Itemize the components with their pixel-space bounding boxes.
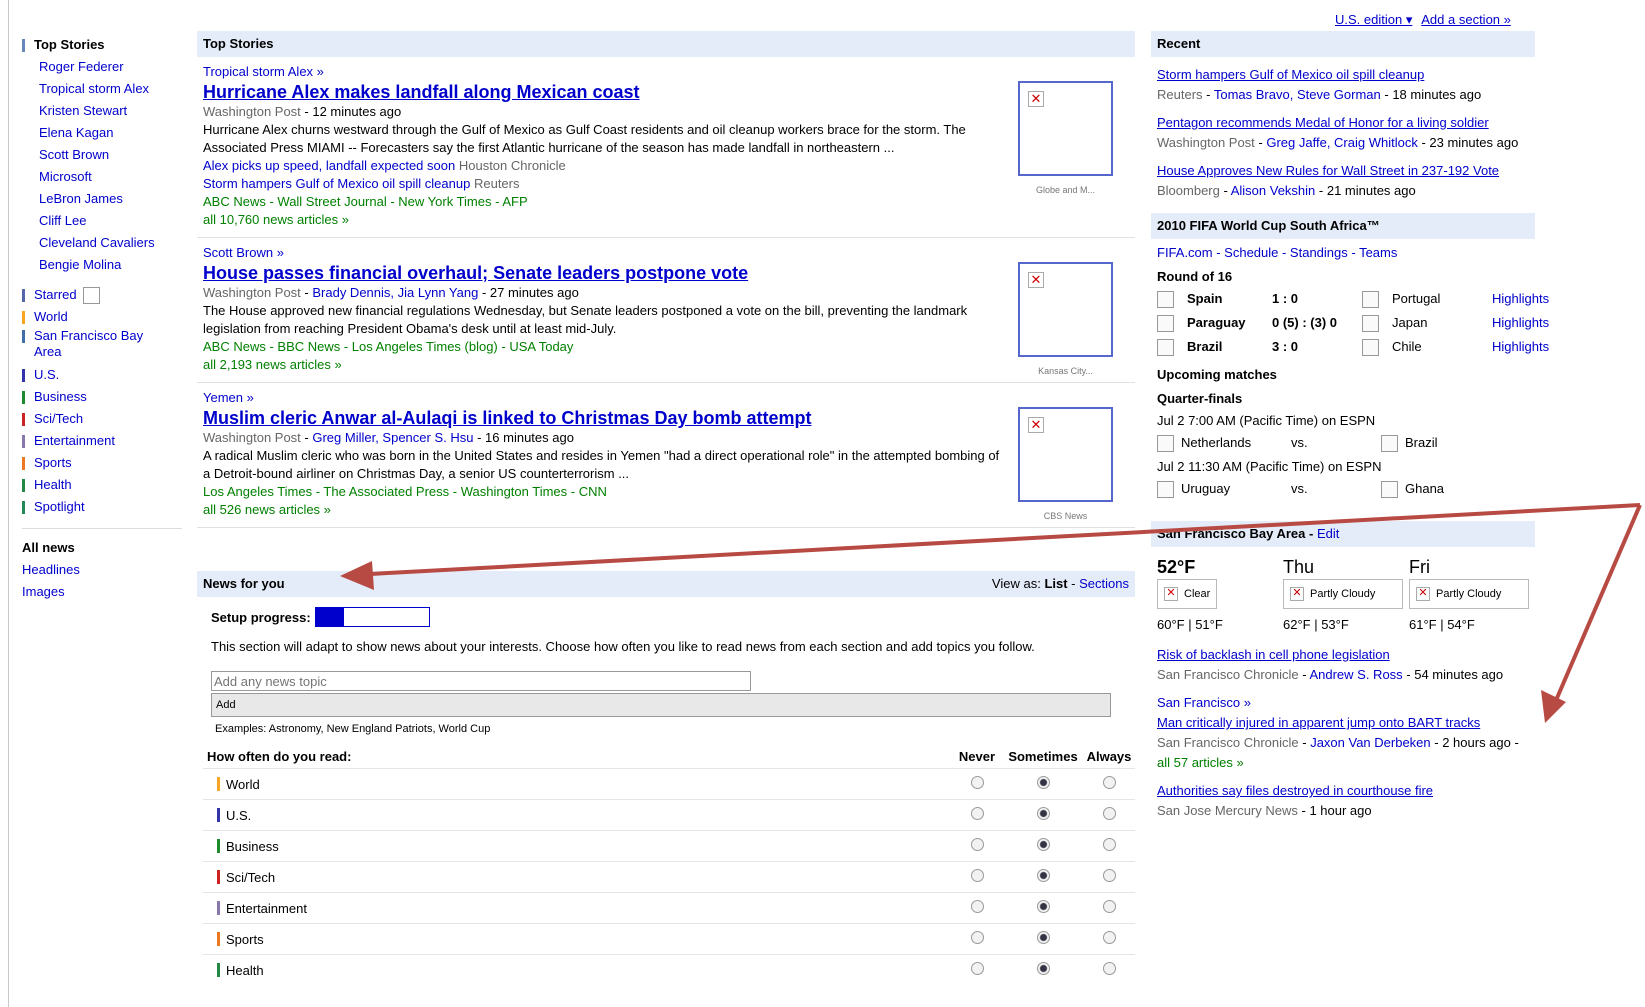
arrowhead-left bbox=[340, 561, 374, 590]
arrow-to-weather bbox=[1549, 504, 1642, 713]
annotation-arrows bbox=[340, 503, 1642, 723]
arrowhead-down bbox=[1541, 690, 1566, 723]
arrow-to-news-for-you bbox=[351, 503, 1641, 577]
